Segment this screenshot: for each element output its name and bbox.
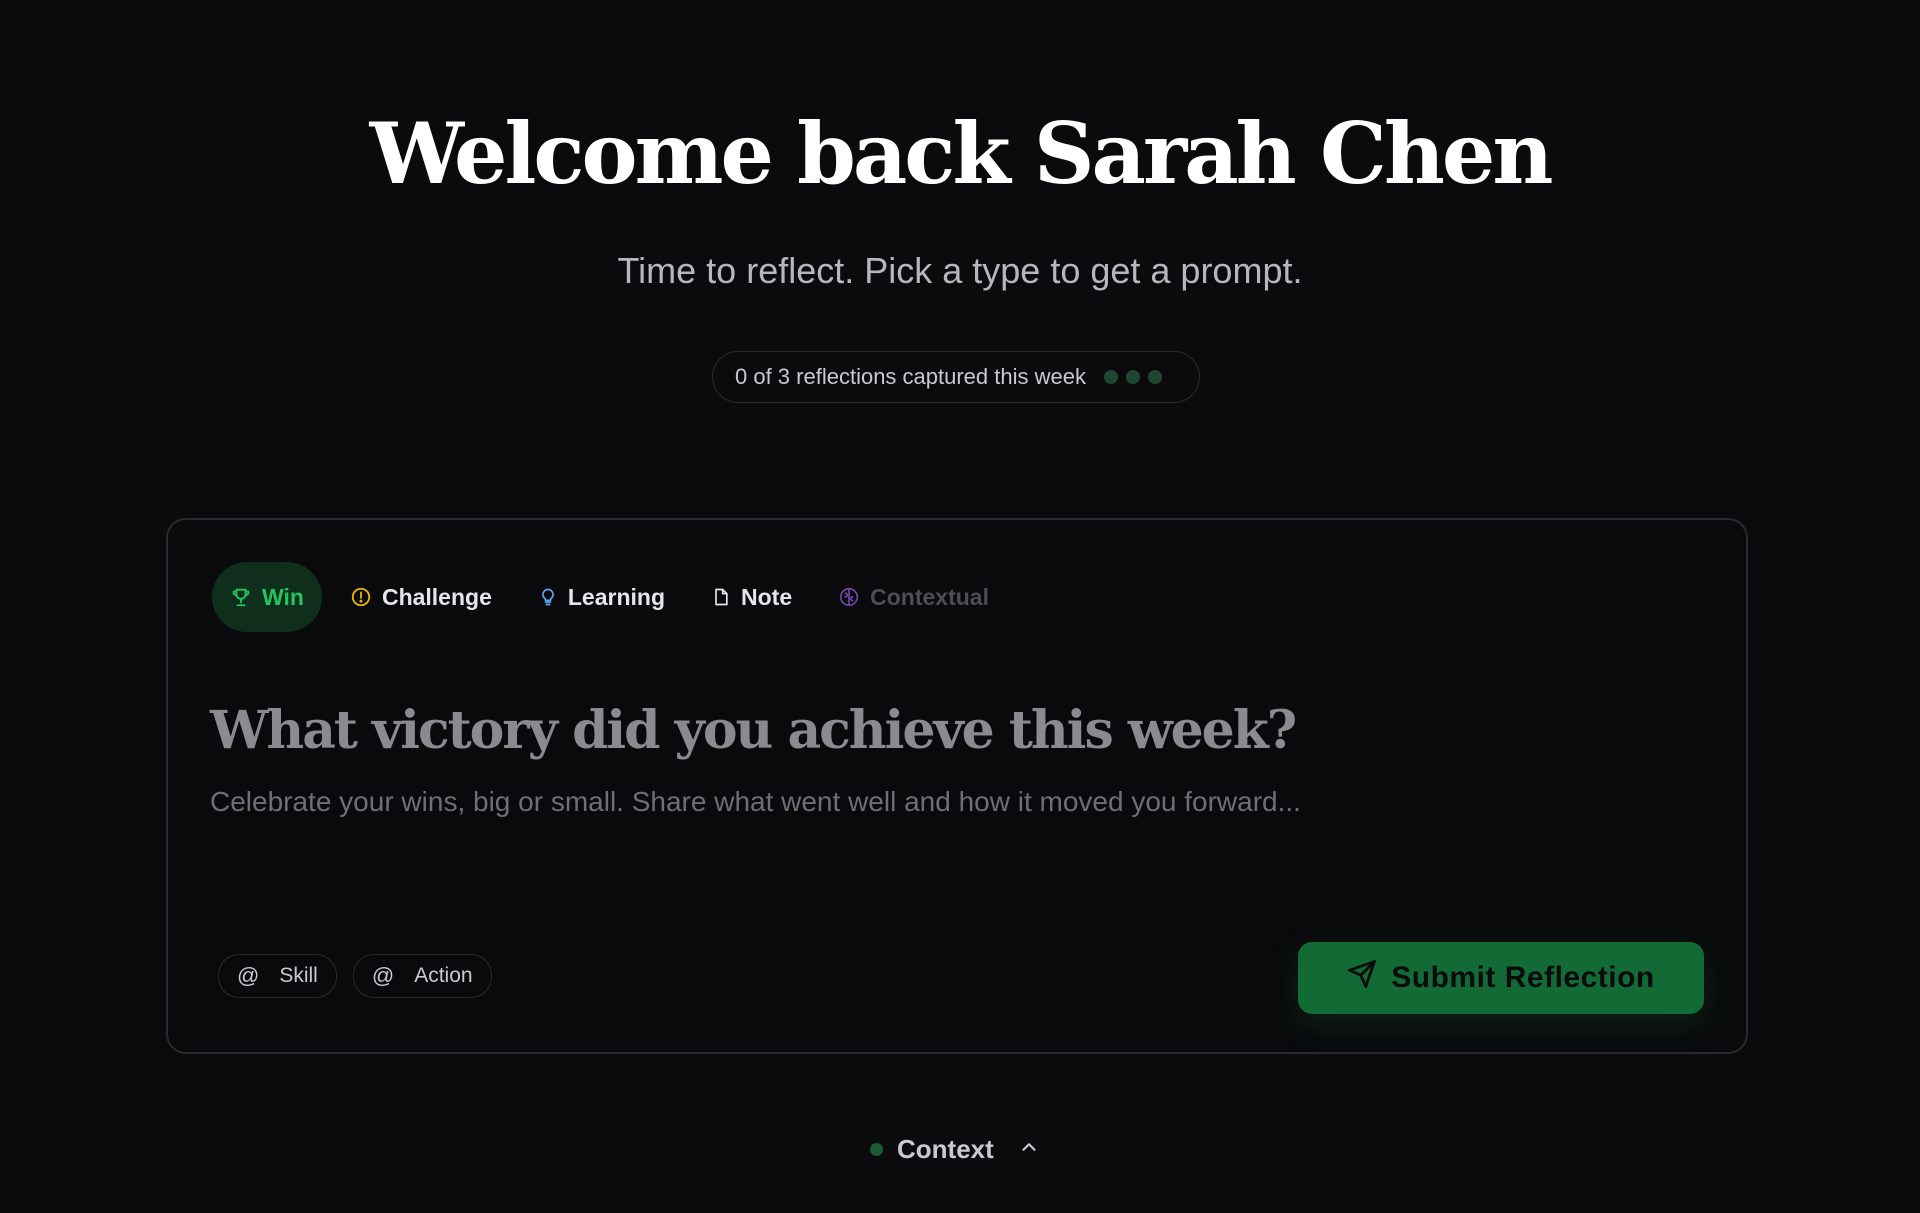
context-toggle[interactable]: Context <box>870 1134 1040 1165</box>
context-status-dot <box>870 1143 883 1156</box>
progress-text: 0 of 3 reflections captured this week <box>735 364 1086 389</box>
action-chip[interactable]: @ Action <box>352 954 492 998</box>
reflection-card: Win Challenge Learning Note Contextual W… <box>166 518 1748 1054</box>
tab-contextual[interactable]: Contextual <box>820 562 1007 632</box>
tab-win[interactable]: Win <box>212 562 322 632</box>
alert-circle-icon <box>350 586 372 608</box>
progress-dot-1 <box>1103 370 1118 384</box>
tab-learning[interactable]: Learning <box>520 562 683 632</box>
at-icon: @ <box>371 963 395 988</box>
tab-learning-label: Learning <box>567 583 665 610</box>
progress-dot-2 <box>1125 370 1140 384</box>
tab-challenge[interactable]: Challenge <box>332 562 510 632</box>
page-subtitle: Time to reflect. Pick a type to get a pr… <box>617 250 1303 291</box>
prompt-title: What victory did you achieve this week? <box>210 700 1297 761</box>
lightbulb-icon <box>538 586 558 608</box>
page-title: Welcome back Sarah Chen <box>369 104 1554 203</box>
weekly-progress-badge: 0 of 3 reflections captured this week <box>712 351 1200 403</box>
tab-contextual-label: Contextual <box>870 583 989 610</box>
reflection-type-tabs: Win Challenge Learning Note Contextual <box>212 562 1007 632</box>
action-chip-label: Action <box>414 964 473 987</box>
context-label: Context <box>897 1134 994 1164</box>
tab-challenge-label: Challenge <box>381 583 492 610</box>
at-icon: @ <box>237 963 260 988</box>
tab-win-label: Win <box>262 583 304 610</box>
send-icon <box>1347 959 1377 997</box>
submit-label: Submit Reflection <box>1391 961 1655 994</box>
mention-chips: @ Skill @ Action <box>218 954 492 998</box>
progress-dot-3 <box>1147 370 1162 384</box>
chevron-up-icon <box>1018 1136 1040 1163</box>
submit-reflection-button[interactable]: Submit Reflection <box>1298 942 1704 1014</box>
file-icon <box>711 586 731 608</box>
skill-chip[interactable]: @ Skill <box>218 954 337 998</box>
skill-chip-label: Skill <box>279 964 318 987</box>
reflection-page: Welcome back Sarah Chen Time to reflect.… <box>0 0 1920 1213</box>
trophy-icon <box>230 586 252 608</box>
tab-note-label: Note <box>741 583 793 610</box>
progress-dots <box>1103 370 1162 384</box>
tab-note[interactable]: Note <box>693 562 810 632</box>
reflection-input[interactable] <box>210 786 1670 906</box>
brain-icon <box>838 586 860 608</box>
